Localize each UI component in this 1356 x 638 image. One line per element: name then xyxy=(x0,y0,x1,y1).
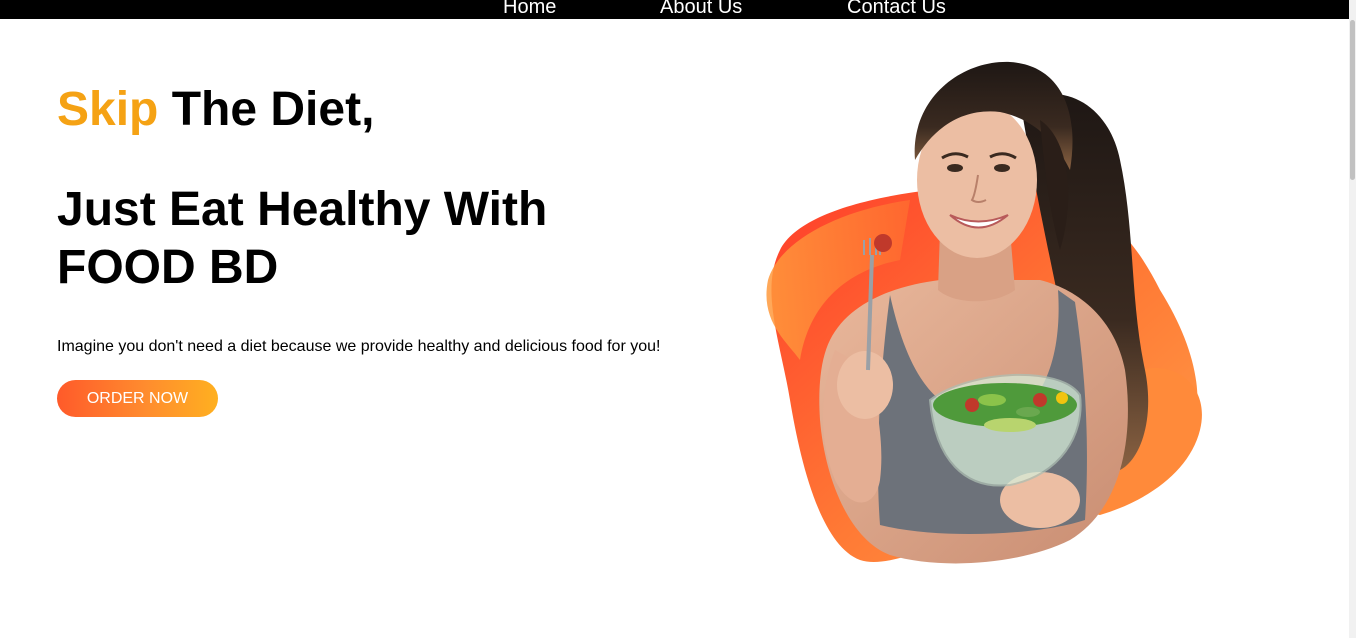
hero-description: Imagine you don't need a diet because we… xyxy=(57,338,661,355)
order-now-button[interactable]: ORDER NOW xyxy=(57,380,218,417)
page-scrollbar[interactable] xyxy=(1349,0,1356,638)
hero-headline: Skip The Diet, xyxy=(57,82,374,138)
scrollbar-thumb[interactable] xyxy=(1350,20,1355,180)
top-navbar: Home About Us Contact Us xyxy=(0,0,1349,19)
nav-link-about-us[interactable]: About Us xyxy=(660,0,742,18)
nav-link-home[interactable]: Home xyxy=(503,0,556,18)
woman-eating-salad-illustration xyxy=(766,61,1202,564)
tomato-on-fork xyxy=(874,234,892,252)
hero-headline-accent: Skip xyxy=(57,83,159,136)
left-hand-shape xyxy=(837,351,893,419)
hero-tagline: Just Eat Healthy With FOOD BD xyxy=(57,183,548,294)
hero-headline-rest: The Diet, xyxy=(158,83,375,136)
nav-link-contact-us[interactable]: Contact Us xyxy=(847,0,946,18)
